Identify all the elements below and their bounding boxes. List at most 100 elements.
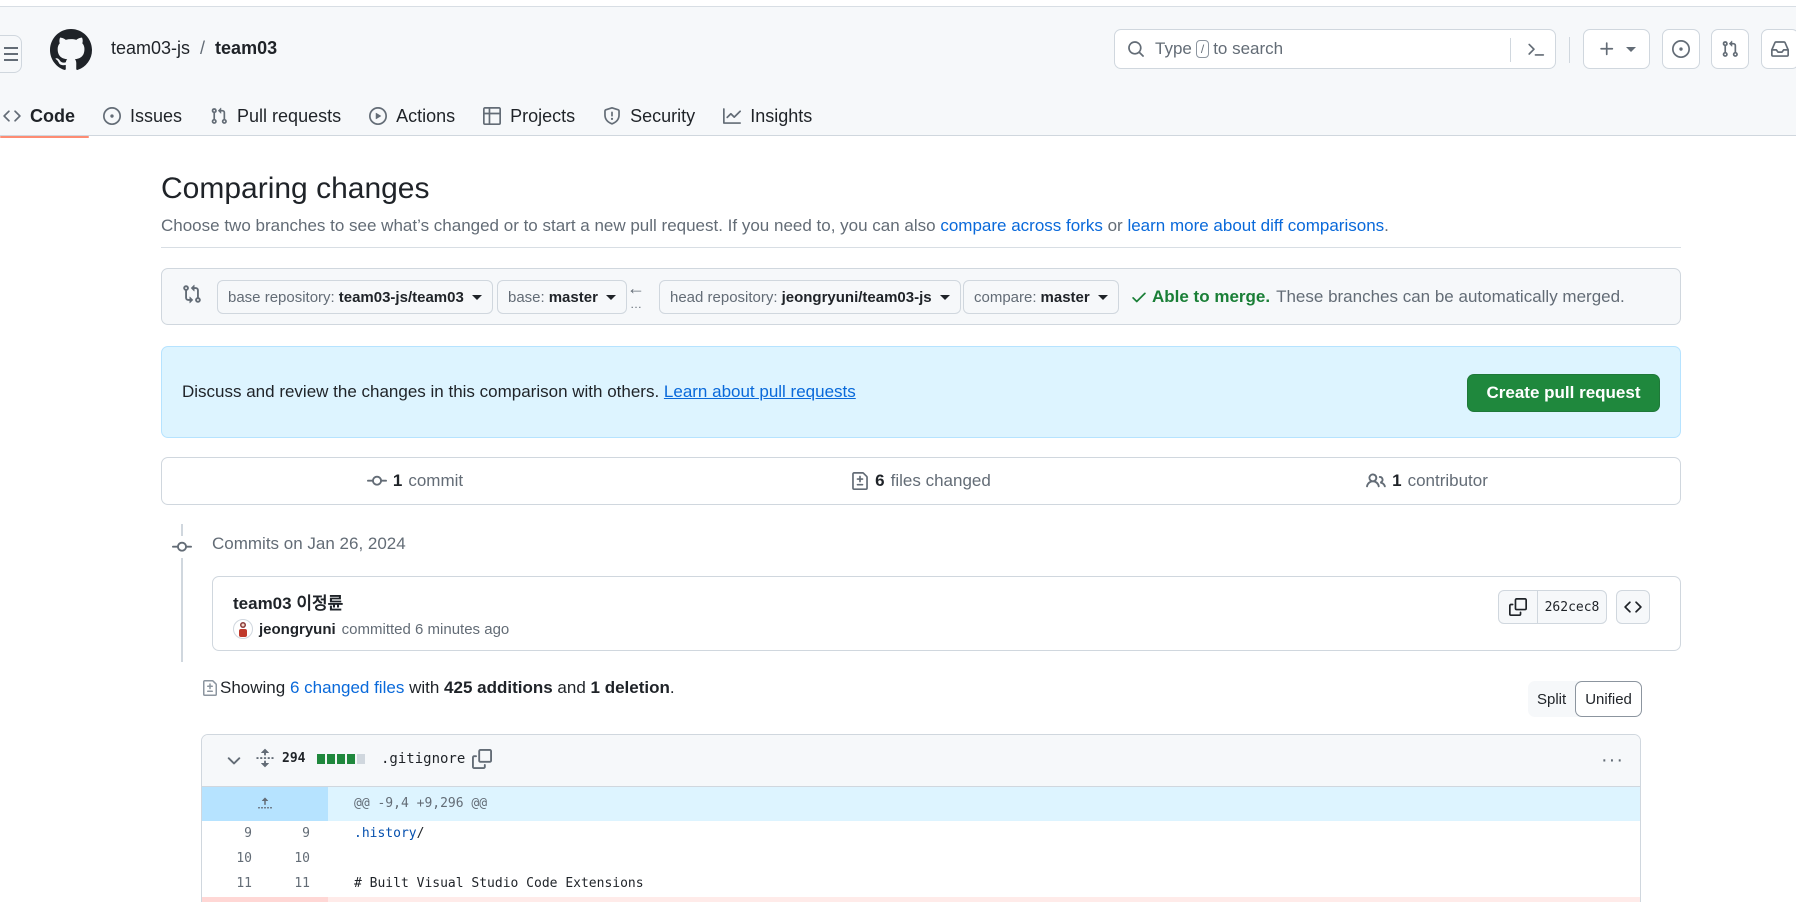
tab-projects[interactable]: Projects [469, 95, 589, 137]
git-pull-request-icon [1722, 40, 1738, 57]
files-changed-count[interactable]: 6 files changed [668, 458, 1174, 504]
subtitle-text: Choose two branches to see what’s change… [161, 216, 936, 235]
split-view-option[interactable]: Split [1528, 681, 1575, 717]
check-icon [1132, 292, 1146, 303]
unfold-icon[interactable] [255, 747, 275, 769]
git-compare-icon [183, 284, 201, 304]
code-token: / [416, 826, 425, 841]
pull-requests-button[interactable] [1711, 29, 1749, 69]
learn-about-pull-requests-link[interactable]: Learn about pull requests [664, 382, 856, 401]
file-name-link[interactable]: .gitignore [381, 751, 465, 767]
tab-label: Projects [510, 105, 576, 126]
old-line-number[interactable]: 10 [212, 851, 252, 866]
diff-comparisons-link[interactable]: learn more about diff comparisons [1127, 216, 1384, 235]
commit-sha-link[interactable]: 262cec8 [1537, 590, 1607, 624]
tab-issues[interactable]: Issues [89, 95, 196, 137]
inbox-icon [1771, 41, 1789, 57]
flash-text: Discuss and review the changes in this c… [182, 382, 856, 402]
git-pull-request-icon [211, 107, 227, 124]
base-branch-select[interactable]: base: master [497, 280, 627, 314]
old-line-number[interactable]: 11 [212, 876, 252, 891]
chevron-down-icon[interactable] [224, 751, 244, 771]
file-change-count: 294 [282, 751, 306, 766]
people-icon [1366, 473, 1386, 488]
head-repository-select[interactable]: head repository: jeongryuni/team03-js [659, 280, 961, 314]
select-value: master [548, 288, 598, 306]
menu-button[interactable] [0, 35, 22, 73]
commits-count[interactable]: 1 commit [162, 458, 668, 504]
base-repository-select[interactable]: base repository: team03-js/team03 [217, 280, 493, 314]
code-icon [3, 110, 21, 122]
issue-opened-icon [1672, 40, 1690, 58]
github-logo-icon[interactable] [50, 29, 92, 71]
tab-security[interactable]: Security [589, 95, 709, 137]
shield-icon [604, 107, 621, 125]
diffstat-with: with [409, 678, 440, 697]
copy-sha-button[interactable] [1498, 590, 1538, 624]
diff-line: 11 11 # Built Visual Studio Code Extensi… [202, 871, 1640, 896]
contributors-count[interactable]: 1 contributor [1174, 458, 1680, 504]
diffstat-block-added [347, 754, 355, 764]
commit-item: team03 이정륜 jeongryuni committed 6 minute… [212, 576, 1681, 651]
file-header: 294 .gitignore ··· [202, 735, 1640, 787]
changed-files-link[interactable]: 6 changed files [290, 678, 404, 698]
page-subtitle: Choose two branches to see what’s change… [161, 216, 1389, 236]
compare-summary: 1 commit 6 files changed 1 contributor [161, 457, 1681, 505]
inbox-button[interactable] [1761, 29, 1796, 69]
diff-line: 9 9 .history/ [202, 821, 1640, 846]
triangle-down-icon [605, 294, 616, 300]
issue-opened-icon [103, 107, 121, 125]
select-value: jeongryuni/team03-js [781, 288, 932, 306]
tab-insights[interactable]: Insights [709, 95, 826, 137]
diffstat-block-added [337, 754, 345, 764]
browse-files-button[interactable] [1616, 590, 1650, 624]
tab-actions[interactable]: Actions [355, 95, 469, 137]
create-pull-request-button[interactable]: Create pull request [1467, 374, 1660, 412]
diff-view-toggle: Split Unified [1528, 681, 1642, 717]
repo-link[interactable]: team03 [215, 38, 277, 59]
code-token-path: .history [354, 826, 417, 841]
file-diff-icon [852, 472, 869, 490]
create-new-button[interactable] [1583, 29, 1650, 69]
commit-author-link[interactable]: jeongryuni [259, 621, 336, 638]
owner-link[interactable]: team03-js [111, 38, 190, 59]
repo-nav: Code Issues Pull requests Actions Projec… [0, 95, 826, 138]
line-code: .history/ [354, 826, 424, 841]
search-placeholder-suffix: to search [1213, 39, 1284, 58]
kebab-horizontal-icon[interactable]: ··· [1601, 749, 1624, 772]
unified-view-option[interactable]: Unified [1575, 681, 1642, 717]
triangle-down-icon [471, 294, 482, 300]
tab-label: Actions [396, 105, 456, 126]
graph-icon [723, 108, 742, 124]
new-line-number[interactable]: 11 [270, 876, 310, 891]
diffstat-block-added [327, 754, 335, 764]
diffstat-block-added [317, 754, 325, 764]
tab-code[interactable]: Code [0, 95, 89, 138]
tab-pull-requests[interactable]: Pull requests [196, 95, 355, 137]
search-icon [1128, 41, 1144, 57]
new-line-number[interactable]: 9 [270, 826, 310, 841]
copy-icon[interactable] [472, 749, 492, 769]
issues-button[interactable] [1662, 29, 1700, 69]
file-diff-icon [203, 680, 217, 696]
old-line-number[interactable]: 9 [212, 826, 252, 841]
select-value: master [1040, 288, 1090, 306]
hamburger-icon [3, 47, 18, 61]
expand-up-button[interactable] [202, 787, 328, 821]
triangle-down-icon [939, 294, 950, 300]
diffstat-blocks [317, 754, 365, 764]
merge-status: Able to merge. These branches can be aut… [1130, 287, 1625, 307]
breadcrumb-separator: / [200, 38, 206, 58]
command-palette-icon[interactable] [1527, 40, 1545, 58]
search-input[interactable]: Type / to search [1114, 29, 1556, 69]
avatar[interactable] [233, 619, 253, 639]
new-line-number[interactable]: 10 [270, 851, 310, 866]
files-label: files changed [890, 471, 991, 490]
arrow-left-icon: ←… [627, 278, 645, 311]
diff-line: 10 10 [202, 846, 1640, 871]
page-title: Comparing changes [161, 172, 430, 205]
compare-branch-select[interactable]: compare: master [963, 280, 1119, 314]
commit-title-link[interactable]: team03 이정륜 [233, 589, 343, 614]
tab-label: Code [30, 105, 75, 126]
compare-across-forks-link[interactable]: compare across forks [940, 216, 1103, 235]
